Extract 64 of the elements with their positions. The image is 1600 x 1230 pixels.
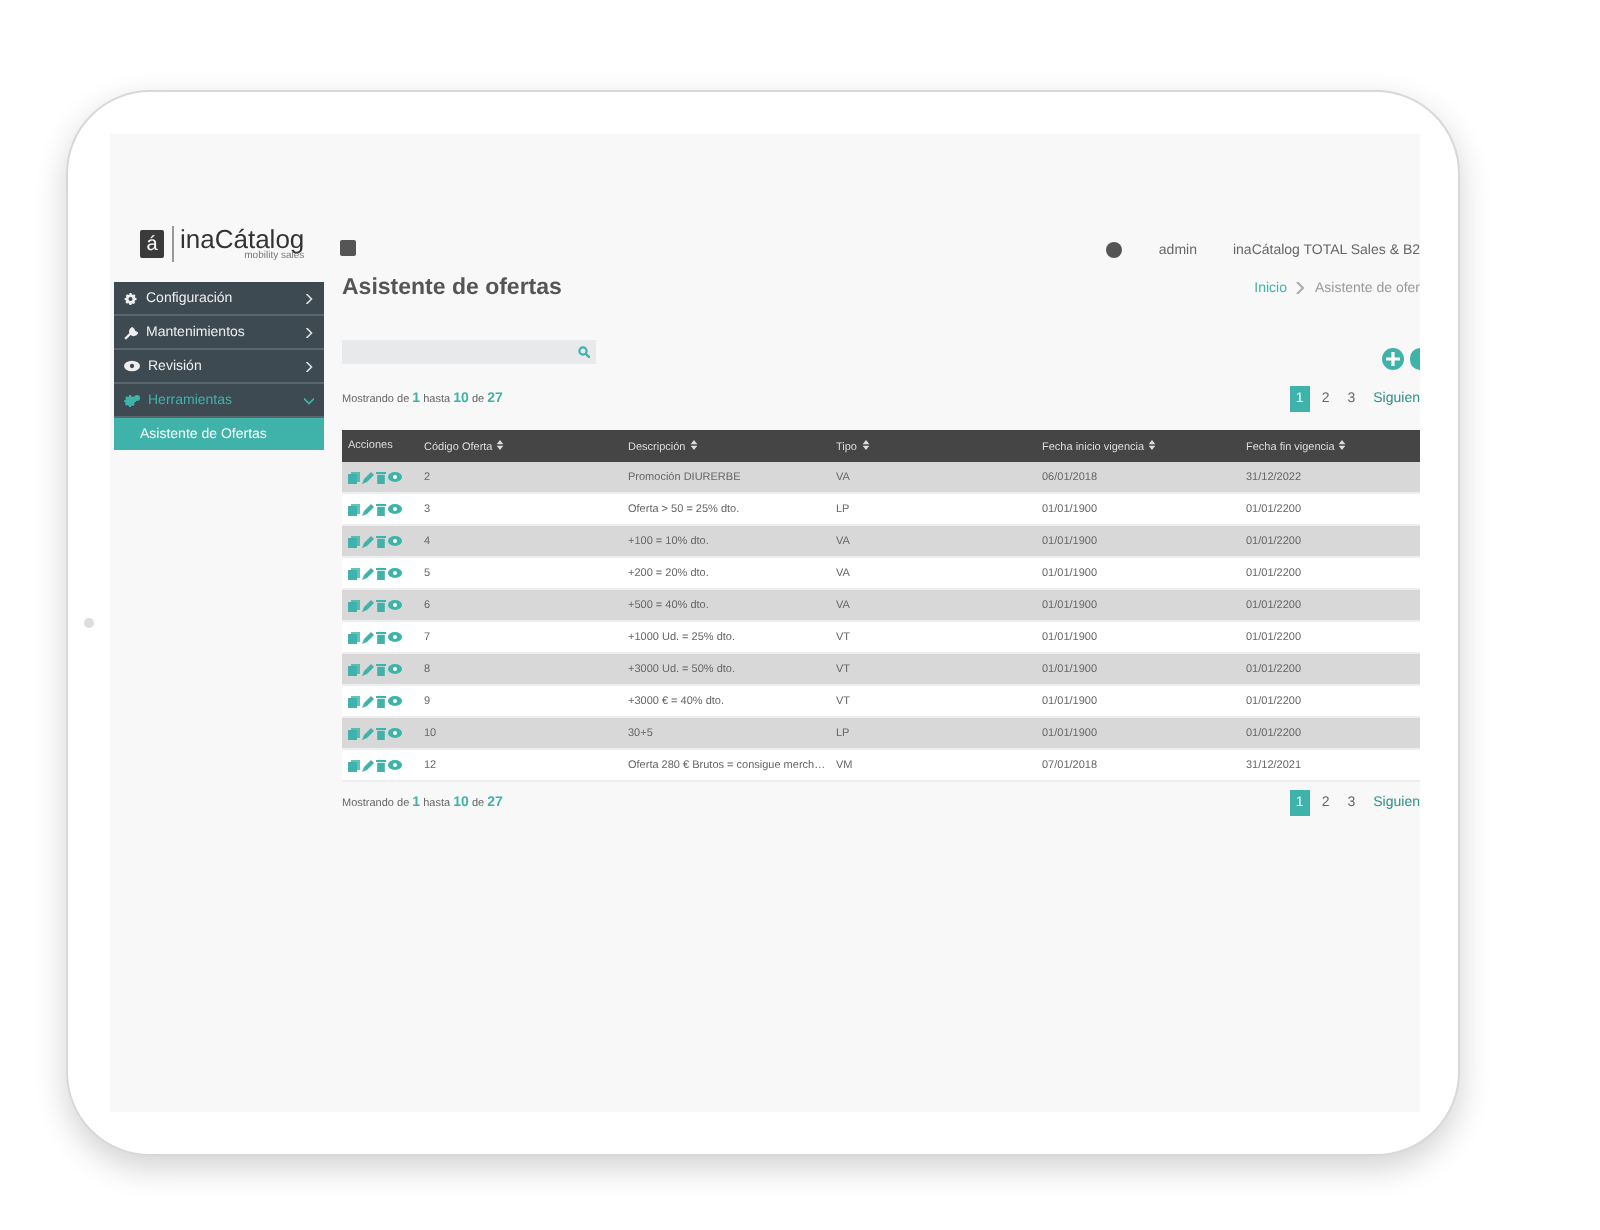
copy-icon[interactable] <box>348 567 360 579</box>
eye-icon[interactable] <box>388 631 402 641</box>
sidebar-toggle-icon[interactable] <box>340 240 356 256</box>
chevron-icon <box>304 395 314 405</box>
sort-icon[interactable] <box>1148 439 1157 449</box>
copy-icon[interactable] <box>348 471 360 483</box>
gears-icon <box>124 393 140 407</box>
trash-icon[interactable] <box>376 631 386 643</box>
copy-icon[interactable] <box>348 631 360 643</box>
pencil-icon[interactable] <box>362 503 374 515</box>
wrench-icon <box>124 325 138 339</box>
eye-icon[interactable] <box>388 503 402 513</box>
trash-icon[interactable] <box>376 599 386 611</box>
pencil-icon[interactable] <box>362 567 374 579</box>
sort-icon[interactable] <box>496 439 505 449</box>
eye-icon[interactable] <box>388 727 402 737</box>
help-icon[interactable] <box>1106 242 1123 258</box>
pencil-icon[interactable] <box>362 663 374 675</box>
trash-icon[interactable] <box>376 503 386 515</box>
logo-mark: á <box>140 230 164 258</box>
copy-icon[interactable] <box>348 695 360 707</box>
chevron-icon <box>304 361 314 371</box>
copy-icon[interactable] <box>348 503 360 515</box>
search-icon[interactable] <box>578 345 590 357</box>
pencil-icon[interactable] <box>362 695 374 707</box>
trash-icon[interactable] <box>376 759 386 771</box>
sort-icon[interactable] <box>689 439 698 449</box>
add-button[interactable] <box>1382 348 1404 370</box>
search-field[interactable] <box>342 339 596 363</box>
copy-icon[interactable] <box>348 759 360 771</box>
pencil-icon[interactable] <box>362 599 374 611</box>
sort-icon[interactable] <box>861 439 869 449</box>
sort-icon[interactable] <box>1338 439 1347 449</box>
eye-icon[interactable] <box>388 695 402 705</box>
page-title: Asistente de ofertas <box>342 276 562 300</box>
trash-icon[interactable] <box>376 663 386 675</box>
pencil-icon[interactable] <box>362 759 374 771</box>
logo-text: inaCátalog <box>180 226 305 252</box>
copy-icon[interactable] <box>348 599 360 611</box>
trash-icon[interactable] <box>376 727 386 739</box>
chevron-icon <box>304 293 314 303</box>
round-button[interactable] <box>1410 348 1420 370</box>
camera-dot <box>84 618 94 628</box>
eye-icon[interactable] <box>388 471 402 481</box>
pencil-icon[interactable] <box>362 471 374 483</box>
trash-icon[interactable] <box>376 471 386 483</box>
eye-icon <box>124 360 140 372</box>
pencil-icon[interactable] <box>362 631 374 643</box>
trash-icon[interactable] <box>376 535 386 547</box>
copy-icon[interactable] <box>348 727 360 739</box>
eye-icon[interactable] <box>388 567 402 577</box>
copy-icon[interactable] <box>348 663 360 675</box>
chevron-icon <box>1296 282 1305 294</box>
eye-icon[interactable] <box>388 663 402 673</box>
copy-icon[interactable] <box>348 535 360 547</box>
gear-icon <box>124 291 138 305</box>
trash-icon[interactable] <box>376 567 386 579</box>
pencil-icon[interactable] <box>362 535 374 547</box>
trash-icon[interactable] <box>376 695 386 707</box>
eye-icon[interactable] <box>388 759 402 769</box>
eye-icon[interactable] <box>388 535 402 545</box>
chevron-icon <box>304 327 314 337</box>
eye-icon[interactable] <box>388 599 402 609</box>
pencil-icon[interactable] <box>362 727 374 739</box>
